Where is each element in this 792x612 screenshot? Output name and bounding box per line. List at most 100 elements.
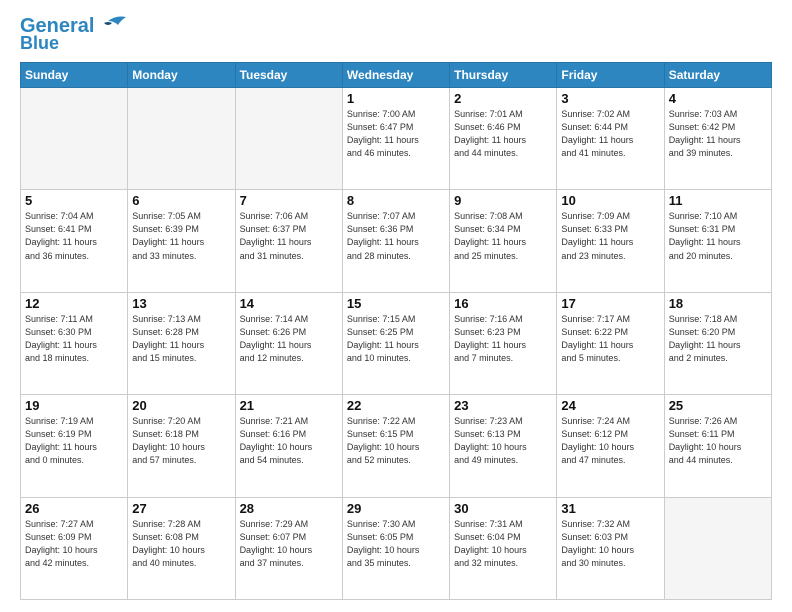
- day-info: Sunrise: 7:20 AM Sunset: 6:18 PM Dayligh…: [132, 415, 230, 467]
- day-info: Sunrise: 7:23 AM Sunset: 6:13 PM Dayligh…: [454, 415, 552, 467]
- calendar-empty-cell: [21, 88, 128, 190]
- day-number: 13: [132, 296, 230, 311]
- day-number: 7: [240, 193, 338, 208]
- day-number: 9: [454, 193, 552, 208]
- header: General Blue: [20, 16, 772, 52]
- day-info: Sunrise: 7:13 AM Sunset: 6:28 PM Dayligh…: [132, 313, 230, 365]
- calendar-day-31: 31 Sunrise: 7:32 AM Sunset: 6:03 PM Dayli…: [557, 497, 664, 599]
- day-number: 4: [669, 91, 767, 106]
- calendar-day-7: 7 Sunrise: 7:06 AM Sunset: 6:37 PM Daylig…: [235, 190, 342, 292]
- calendar-day-24: 24 Sunrise: 7:24 AM Sunset: 6:12 PM Dayli…: [557, 395, 664, 497]
- calendar-empty-cell: [235, 88, 342, 190]
- day-info: Sunrise: 7:00 AM Sunset: 6:47 PM Dayligh…: [347, 108, 445, 160]
- day-info: Sunrise: 7:28 AM Sunset: 6:08 PM Dayligh…: [132, 518, 230, 570]
- day-info: Sunrise: 7:10 AM Sunset: 6:31 PM Dayligh…: [669, 210, 767, 262]
- day-info: Sunrise: 7:07 AM Sunset: 6:36 PM Dayligh…: [347, 210, 445, 262]
- calendar-day-18: 18 Sunrise: 7:18 AM Sunset: 6:20 PM Dayli…: [664, 292, 771, 394]
- day-number: 12: [25, 296, 123, 311]
- day-info: Sunrise: 7:08 AM Sunset: 6:34 PM Dayligh…: [454, 210, 552, 262]
- calendar-day-17: 17 Sunrise: 7:17 AM Sunset: 6:22 PM Dayli…: [557, 292, 664, 394]
- weekday-header-saturday: Saturday: [664, 63, 771, 88]
- day-number: 6: [132, 193, 230, 208]
- day-number: 18: [669, 296, 767, 311]
- calendar-day-5: 5 Sunrise: 7:04 AM Sunset: 6:41 PM Daylig…: [21, 190, 128, 292]
- day-info: Sunrise: 7:03 AM Sunset: 6:42 PM Dayligh…: [669, 108, 767, 160]
- day-info: Sunrise: 7:18 AM Sunset: 6:20 PM Dayligh…: [669, 313, 767, 365]
- weekday-header-wednesday: Wednesday: [342, 63, 449, 88]
- day-number: 2: [454, 91, 552, 106]
- day-number: 30: [454, 501, 552, 516]
- day-number: 16: [454, 296, 552, 311]
- day-number: 17: [561, 296, 659, 311]
- calendar-day-22: 22 Sunrise: 7:22 AM Sunset: 6:15 PM Dayli…: [342, 395, 449, 497]
- logo-blue: Blue: [20, 34, 59, 52]
- day-number: 26: [25, 501, 123, 516]
- day-number: 23: [454, 398, 552, 413]
- calendar-day-29: 29Sunrise: 7:30 AM Sunset: 6:05 PM Dayli…: [342, 497, 449, 599]
- day-number: 24: [561, 398, 659, 413]
- calendar-day-1: 1 Sunrise: 7:00 AM Sunset: 6:47 PM Daylig…: [342, 88, 449, 190]
- day-info: Sunrise: 7:19 AM Sunset: 6:19 PM Dayligh…: [25, 415, 123, 467]
- day-number: 3: [561, 91, 659, 106]
- calendar-day-3: 3 Sunrise: 7:02 AM Sunset: 6:44 PM Daylig…: [557, 88, 664, 190]
- calendar-day-28: 28 Sunrise: 7:29 AM Sunset: 6:07 PM Dayli…: [235, 497, 342, 599]
- day-info: Sunrise: 7:29 AM Sunset: 6:07 PM Dayligh…: [240, 518, 338, 570]
- calendar-day-30: 30Sunrise: 7:31 AM Sunset: 6:04 PM Dayli…: [450, 497, 557, 599]
- day-info: Sunrise: 7:24 AM Sunset: 6:12 PM Dayligh…: [561, 415, 659, 467]
- calendar-day-20: 20 Sunrise: 7:20 AM Sunset: 6:18 PM Dayli…: [128, 395, 235, 497]
- day-number: 10: [561, 193, 659, 208]
- day-number: 5: [25, 193, 123, 208]
- calendar-week-row: 5 Sunrise: 7:04 AM Sunset: 6:41 PM Daylig…: [21, 190, 772, 292]
- day-info: Sunrise: 7:27 AM Sunset: 6:09 PM Dayligh…: [25, 518, 123, 570]
- calendar-empty-cell: [664, 497, 771, 599]
- day-number: 27: [132, 501, 230, 516]
- calendar-day-16: 16 Sunrise: 7:16 AM Sunset: 6:23 PM Dayli…: [450, 292, 557, 394]
- calendar-day-25: 25 Sunrise: 7:26 AM Sunset: 6:11 PM Dayli…: [664, 395, 771, 497]
- weekday-header-thursday: Thursday: [450, 63, 557, 88]
- day-number: 19: [25, 398, 123, 413]
- day-number: 20: [132, 398, 230, 413]
- day-number: 21: [240, 398, 338, 413]
- weekday-header-row: SundayMondayTuesdayWednesdayThursdayFrid…: [21, 63, 772, 88]
- calendar-day-12: 12 Sunrise: 7:11 AM Sunset: 6:30 PM Dayli…: [21, 292, 128, 394]
- calendar-empty-cell: [128, 88, 235, 190]
- day-info: Sunrise: 7:26 AM Sunset: 6:11 PM Dayligh…: [669, 415, 767, 467]
- calendar-day-14: 14Sunrise: 7:14 AM Sunset: 6:26 PM Dayli…: [235, 292, 342, 394]
- day-number: 31: [561, 501, 659, 516]
- logo-bird-icon: [98, 13, 128, 35]
- day-info: Sunrise: 7:17 AM Sunset: 6:22 PM Dayligh…: [561, 313, 659, 365]
- calendar-day-15: 15Sunrise: 7:15 AM Sunset: 6:25 PM Dayli…: [342, 292, 449, 394]
- day-number: 11: [669, 193, 767, 208]
- calendar-day-10: 10Sunrise: 7:09 AM Sunset: 6:33 PM Dayli…: [557, 190, 664, 292]
- day-info: Sunrise: 7:11 AM Sunset: 6:30 PM Dayligh…: [25, 313, 123, 365]
- day-info: Sunrise: 7:14 AM Sunset: 6:26 PM Dayligh…: [240, 313, 338, 365]
- day-number: 22: [347, 398, 445, 413]
- day-info: Sunrise: 7:22 AM Sunset: 6:15 PM Dayligh…: [347, 415, 445, 467]
- calendar-day-27: 27 Sunrise: 7:28 AM Sunset: 6:08 PM Dayli…: [128, 497, 235, 599]
- calendar-week-row: 19 Sunrise: 7:19 AM Sunset: 6:19 PM Dayli…: [21, 395, 772, 497]
- day-number: 25: [669, 398, 767, 413]
- calendar-week-row: 26 Sunrise: 7:27 AM Sunset: 6:09 PM Dayli…: [21, 497, 772, 599]
- day-info: Sunrise: 7:32 AM Sunset: 6:03 PM Dayligh…: [561, 518, 659, 570]
- calendar-day-26: 26 Sunrise: 7:27 AM Sunset: 6:09 PM Dayli…: [21, 497, 128, 599]
- day-number: 15: [347, 296, 445, 311]
- calendar-day-2: 2Sunrise: 7:01 AM Sunset: 6:46 PM Daylig…: [450, 88, 557, 190]
- calendar-day-6: 6Sunrise: 7:05 AM Sunset: 6:39 PM Daylig…: [128, 190, 235, 292]
- calendar-week-row: 12 Sunrise: 7:11 AM Sunset: 6:30 PM Dayli…: [21, 292, 772, 394]
- calendar-week-row: 1 Sunrise: 7:00 AM Sunset: 6:47 PM Daylig…: [21, 88, 772, 190]
- page: General Blue SundayMondayTuesdayWednesda…: [0, 0, 792, 612]
- calendar-day-21: 21Sunrise: 7:21 AM Sunset: 6:16 PM Dayli…: [235, 395, 342, 497]
- day-info: Sunrise: 7:16 AM Sunset: 6:23 PM Dayligh…: [454, 313, 552, 365]
- weekday-header-monday: Monday: [128, 63, 235, 88]
- calendar-day-23: 23 Sunrise: 7:23 AM Sunset: 6:13 PM Dayli…: [450, 395, 557, 497]
- day-info: Sunrise: 7:06 AM Sunset: 6:37 PM Dayligh…: [240, 210, 338, 262]
- day-number: 1: [347, 91, 445, 106]
- calendar-day-4: 4 Sunrise: 7:03 AM Sunset: 6:42 PM Daylig…: [664, 88, 771, 190]
- calendar-day-13: 13 Sunrise: 7:13 AM Sunset: 6:28 PM Dayli…: [128, 292, 235, 394]
- day-info: Sunrise: 7:04 AM Sunset: 6:41 PM Dayligh…: [25, 210, 123, 262]
- day-info: Sunrise: 7:02 AM Sunset: 6:44 PM Dayligh…: [561, 108, 659, 160]
- day-number: 28: [240, 501, 338, 516]
- weekday-header-sunday: Sunday: [21, 63, 128, 88]
- logo: General Blue: [20, 16, 128, 52]
- weekday-header-friday: Friday: [557, 63, 664, 88]
